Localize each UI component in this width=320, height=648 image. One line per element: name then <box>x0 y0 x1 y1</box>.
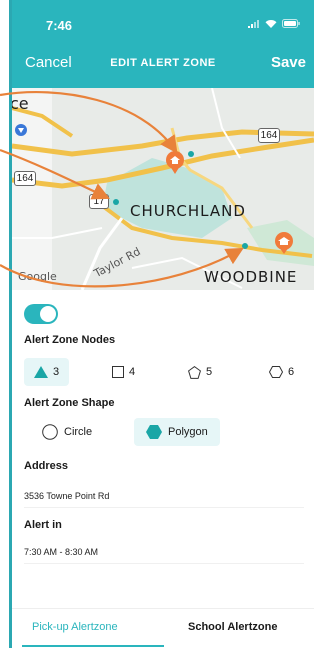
pentagon-icon <box>188 365 201 379</box>
form-panel: Alert Zone Nodes 3 4 5 6 Alert Zone Shap… <box>12 290 314 648</box>
hexagon-icon <box>269 366 283 378</box>
node-option-3[interactable]: 3 <box>24 358 70 386</box>
phone-screen: 7:46 Cancel EDIT ALERT ZONE Save ce CHUR… <box>0 0 314 648</box>
map-label-ce: ce <box>12 94 29 113</box>
node-options: 3 4 5 6 <box>24 358 310 386</box>
map-label-woodbine: WOODBINE <box>204 268 298 286</box>
triangle-icon <box>34 366 48 378</box>
node-option-5-label: 5 <box>206 366 213 378</box>
active-tab-indicator <box>22 645 164 647</box>
shape-option-polygon[interactable]: Polygon <box>134 418 220 446</box>
shape-label: Alert Zone Shape <box>24 397 115 409</box>
header: 7:46 Cancel EDIT ALERT ZONE Save <box>12 0 314 88</box>
route-shield-17: 17 <box>89 194 109 209</box>
hexagon-filled-icon <box>146 425 162 439</box>
left-edge <box>0 0 12 648</box>
map-graphics <box>12 88 314 290</box>
alert-in-label: Alert in <box>24 519 62 531</box>
node-option-4-label: 4 <box>129 366 136 378</box>
nodes-label: Alert Zone Nodes <box>24 334 116 346</box>
node-option-5[interactable]: 5 <box>188 358 212 386</box>
toggle-knob <box>40 306 56 322</box>
address-label: Address <box>24 460 69 472</box>
map-view[interactable]: ce CHURCHLAND WOODBINE Taylor Rd Google … <box>12 88 314 290</box>
alert-zone-toggle[interactable] <box>24 304 58 324</box>
node-dot-3 <box>242 243 248 249</box>
node-dot-2 <box>113 199 119 205</box>
left-accent-bar <box>9 0 12 648</box>
shape-option-polygon-label: Polygon <box>168 426 208 438</box>
node-dot-1 <box>188 151 194 157</box>
shape-option-circle-label: Circle <box>64 426 93 438</box>
nav-bar: Cancel EDIT ALERT ZONE Save <box>12 54 314 74</box>
battery-icon <box>282 19 300 28</box>
route-shield-164-west: 164 <box>14 171 36 186</box>
node-option-3-label: 3 <box>53 366 60 378</box>
bottom-tabs: Pick-up Alertzone School Alertzone <box>12 608 314 648</box>
alert-in-field[interactable]: 7:30 AM - 8:30 AM <box>24 547 304 564</box>
node-option-6[interactable]: 6 <box>269 358 294 386</box>
shape-option-circle[interactable]: Circle <box>42 418 92 446</box>
wifi-icon <box>265 20 277 28</box>
circle-icon <box>42 424 58 440</box>
shape-options: Circle Polygon <box>24 418 310 446</box>
tab-school-alertzone[interactable]: School Alertzone <box>188 621 277 633</box>
signal-icon <box>248 19 259 28</box>
address-field[interactable]: 3536 Towne Point Rd <box>24 491 304 508</box>
map-label-churchland: CHURCHLAND <box>130 202 246 220</box>
node-option-4[interactable]: 4 <box>112 358 135 386</box>
google-logo: Google <box>18 270 57 283</box>
page-title: EDIT ALERT ZONE <box>110 57 216 69</box>
status-icons <box>248 19 300 28</box>
tab-pickup-alertzone[interactable]: Pick-up Alertzone <box>32 621 118 633</box>
save-button[interactable]: Save <box>271 54 306 71</box>
status-time: 7:46 <box>46 18 73 33</box>
square-icon <box>112 366 124 378</box>
node-option-6-label: 6 <box>288 366 295 378</box>
route-shield-164: 164 <box>258 128 280 143</box>
